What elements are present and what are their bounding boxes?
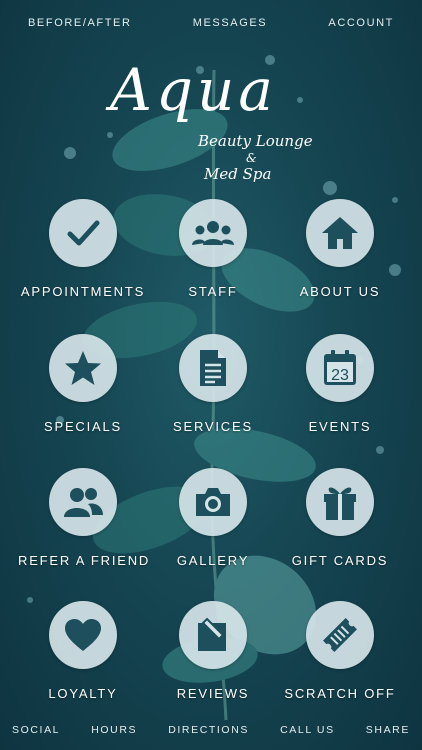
tile-label: GALLERY xyxy=(176,553,250,568)
directions-link[interactable]: DIRECTIONS xyxy=(168,724,249,736)
before-after-link[interactable]: BEFORE/AFTER xyxy=(28,17,132,29)
tile-label: SERVICES xyxy=(173,419,253,434)
tile-label: REFER A FRIEND xyxy=(18,553,151,568)
call-us-link[interactable]: CALL US xyxy=(280,724,335,736)
tile-staff[interactable]: STAFF xyxy=(148,199,278,299)
logo-tagline-2: Med Spa xyxy=(203,165,271,183)
checkmark-icon xyxy=(49,199,117,267)
logo-tagline-1: Beauty Lounge xyxy=(197,132,313,150)
bottom-nav: SOCIAL HOURS DIRECTIONS CALL US SHARE xyxy=(0,724,422,736)
tile-label: STAFF xyxy=(188,284,238,299)
star-icon xyxy=(49,334,117,402)
share-link[interactable]: SHARE xyxy=(366,724,410,736)
tile-appointments[interactable]: APPOINTMENTS xyxy=(18,199,148,299)
hours-link[interactable]: HOURS xyxy=(91,724,137,736)
camera-icon xyxy=(179,468,247,536)
messages-link[interactable]: MESSAGES xyxy=(193,17,268,29)
tile-label: SCRATCH OFF xyxy=(284,686,396,701)
tile-label: REVIEWS xyxy=(176,686,250,701)
gift-icon xyxy=(306,468,374,536)
calendar-date: 23 xyxy=(331,367,349,384)
heart-icon xyxy=(49,601,117,669)
tile-events[interactable]: 23 EVENTS xyxy=(275,334,405,434)
tile-about-us[interactable]: ABOUT US xyxy=(275,199,405,299)
social-link[interactable]: SOCIAL xyxy=(12,724,60,736)
account-link[interactable]: ACCOUNT xyxy=(328,17,394,29)
tile-scratch-off[interactable]: SCRATCH OFF xyxy=(275,601,405,701)
tile-label: EVENTS xyxy=(308,419,372,434)
document-icon xyxy=(179,334,247,402)
aqua-logo: Aqua Beauty Lounge & Med Spa xyxy=(105,56,313,183)
tile-label: SPECIALS xyxy=(44,419,122,434)
tile-label: GIFT CARDS xyxy=(291,553,389,568)
tile-gallery[interactable]: GALLERY xyxy=(148,468,278,568)
logo-name: Aqua xyxy=(105,56,277,124)
tile-label: LOYALTY xyxy=(48,686,118,701)
ticket-icon xyxy=(306,601,374,669)
people-icon xyxy=(179,199,247,267)
logo-tagline-amp: & xyxy=(246,151,257,165)
home-icon xyxy=(306,199,374,267)
tile-label: APPOINTMENTS xyxy=(20,284,146,299)
tile-specials[interactable]: SPECIALS xyxy=(18,334,148,434)
tile-loyalty[interactable]: LOYALTY xyxy=(18,601,148,701)
tile-gift-cards[interactable]: GIFT CARDS xyxy=(275,468,405,568)
tile-reviews[interactable]: REVIEWS xyxy=(148,601,278,701)
tile-services[interactable]: SERVICES xyxy=(148,334,278,434)
top-nav: BEFORE/AFTER MESSAGES ACCOUNT xyxy=(0,17,422,29)
edit-review-icon xyxy=(179,601,247,669)
tile-label: ABOUT US xyxy=(299,284,381,299)
calendar-icon: 23 xyxy=(306,334,374,402)
tile-refer-a-friend[interactable]: REFER A FRIEND xyxy=(18,468,148,568)
refer-friend-icon xyxy=(49,468,117,536)
